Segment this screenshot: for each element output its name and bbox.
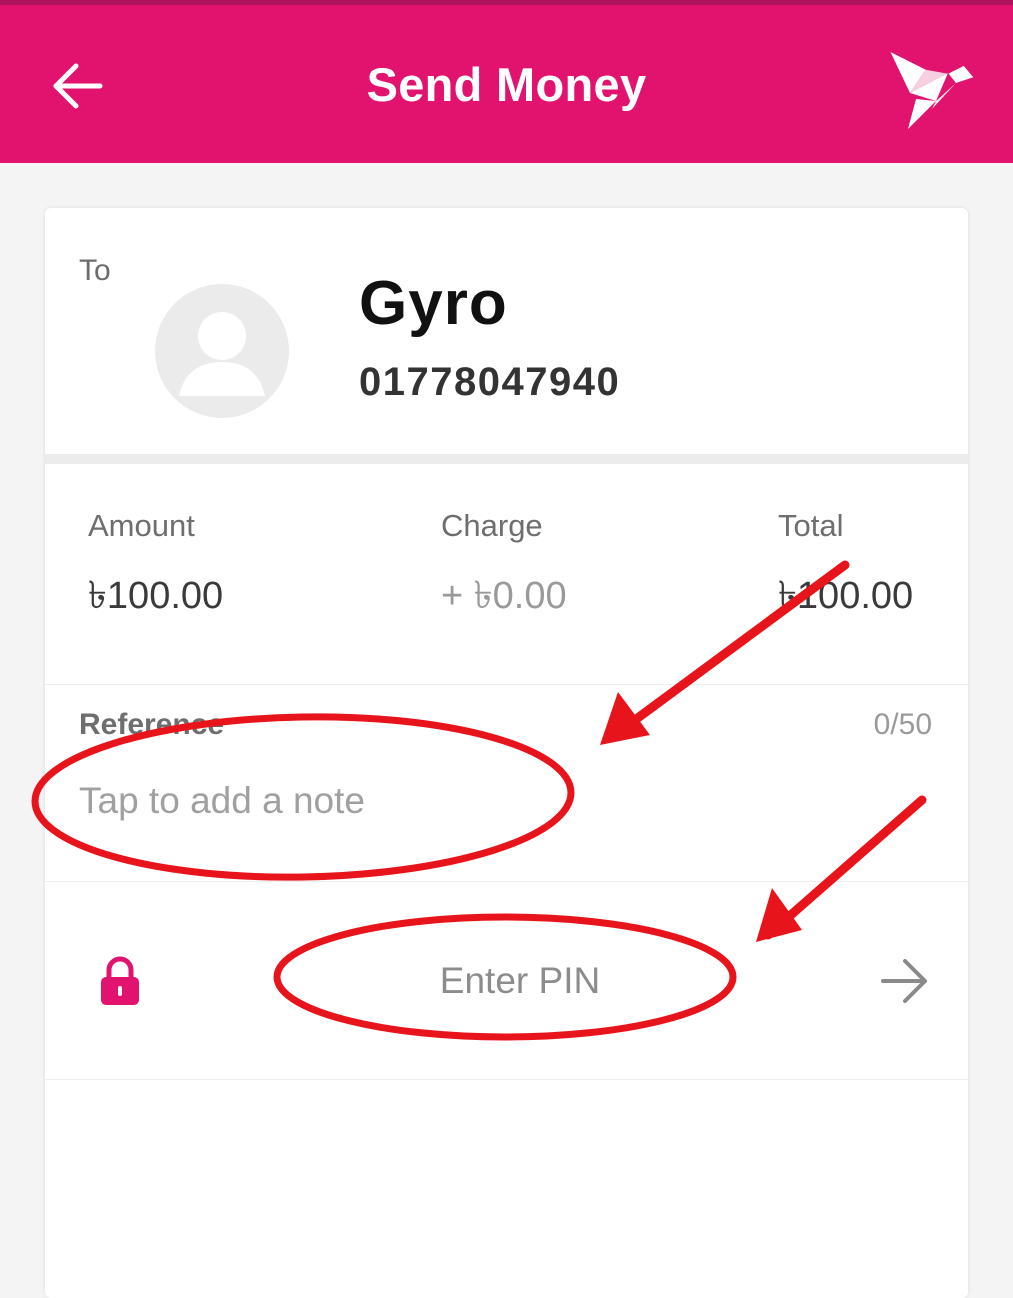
user-placeholder-icon bbox=[179, 312, 265, 396]
section-divider bbox=[45, 454, 968, 464]
total-label: Total bbox=[778, 508, 844, 543]
avatar bbox=[155, 284, 289, 418]
page-title: Send Money bbox=[366, 58, 647, 111]
amount-label: Amount bbox=[88, 508, 195, 543]
pin-input[interactable]: Enter PIN bbox=[345, 960, 695, 1010]
reference-char-counter: 0/50 bbox=[873, 708, 932, 741]
total-value: ৳100.00 bbox=[778, 575, 914, 617]
to-label: To bbox=[79, 254, 111, 287]
transfer-card: To Gyro 01778047940 Amount ৳100.00 Charg… bbox=[45, 208, 968, 1298]
lock-icon bbox=[101, 956, 139, 1005]
divider bbox=[45, 881, 968, 882]
charge-label: Charge bbox=[441, 508, 543, 543]
divider bbox=[45, 684, 968, 685]
arrow-right-icon bbox=[881, 959, 927, 1003]
reference-label: Reference bbox=[79, 708, 225, 741]
amount-value: ৳100.00 bbox=[88, 575, 224, 617]
recipient-phone: 01778047940 bbox=[359, 360, 621, 404]
app-bar: Send Money bbox=[0, 5, 1013, 163]
divider bbox=[45, 1079, 968, 1080]
charge-value: + ৳0.00 bbox=[441, 575, 567, 617]
reference-note-input[interactable]: Tap to add a note bbox=[79, 780, 779, 830]
recipient-name: Gyro bbox=[359, 269, 508, 338]
submit-button[interactable] bbox=[879, 956, 931, 1006]
origami-bird-logo bbox=[889, 50, 975, 129]
